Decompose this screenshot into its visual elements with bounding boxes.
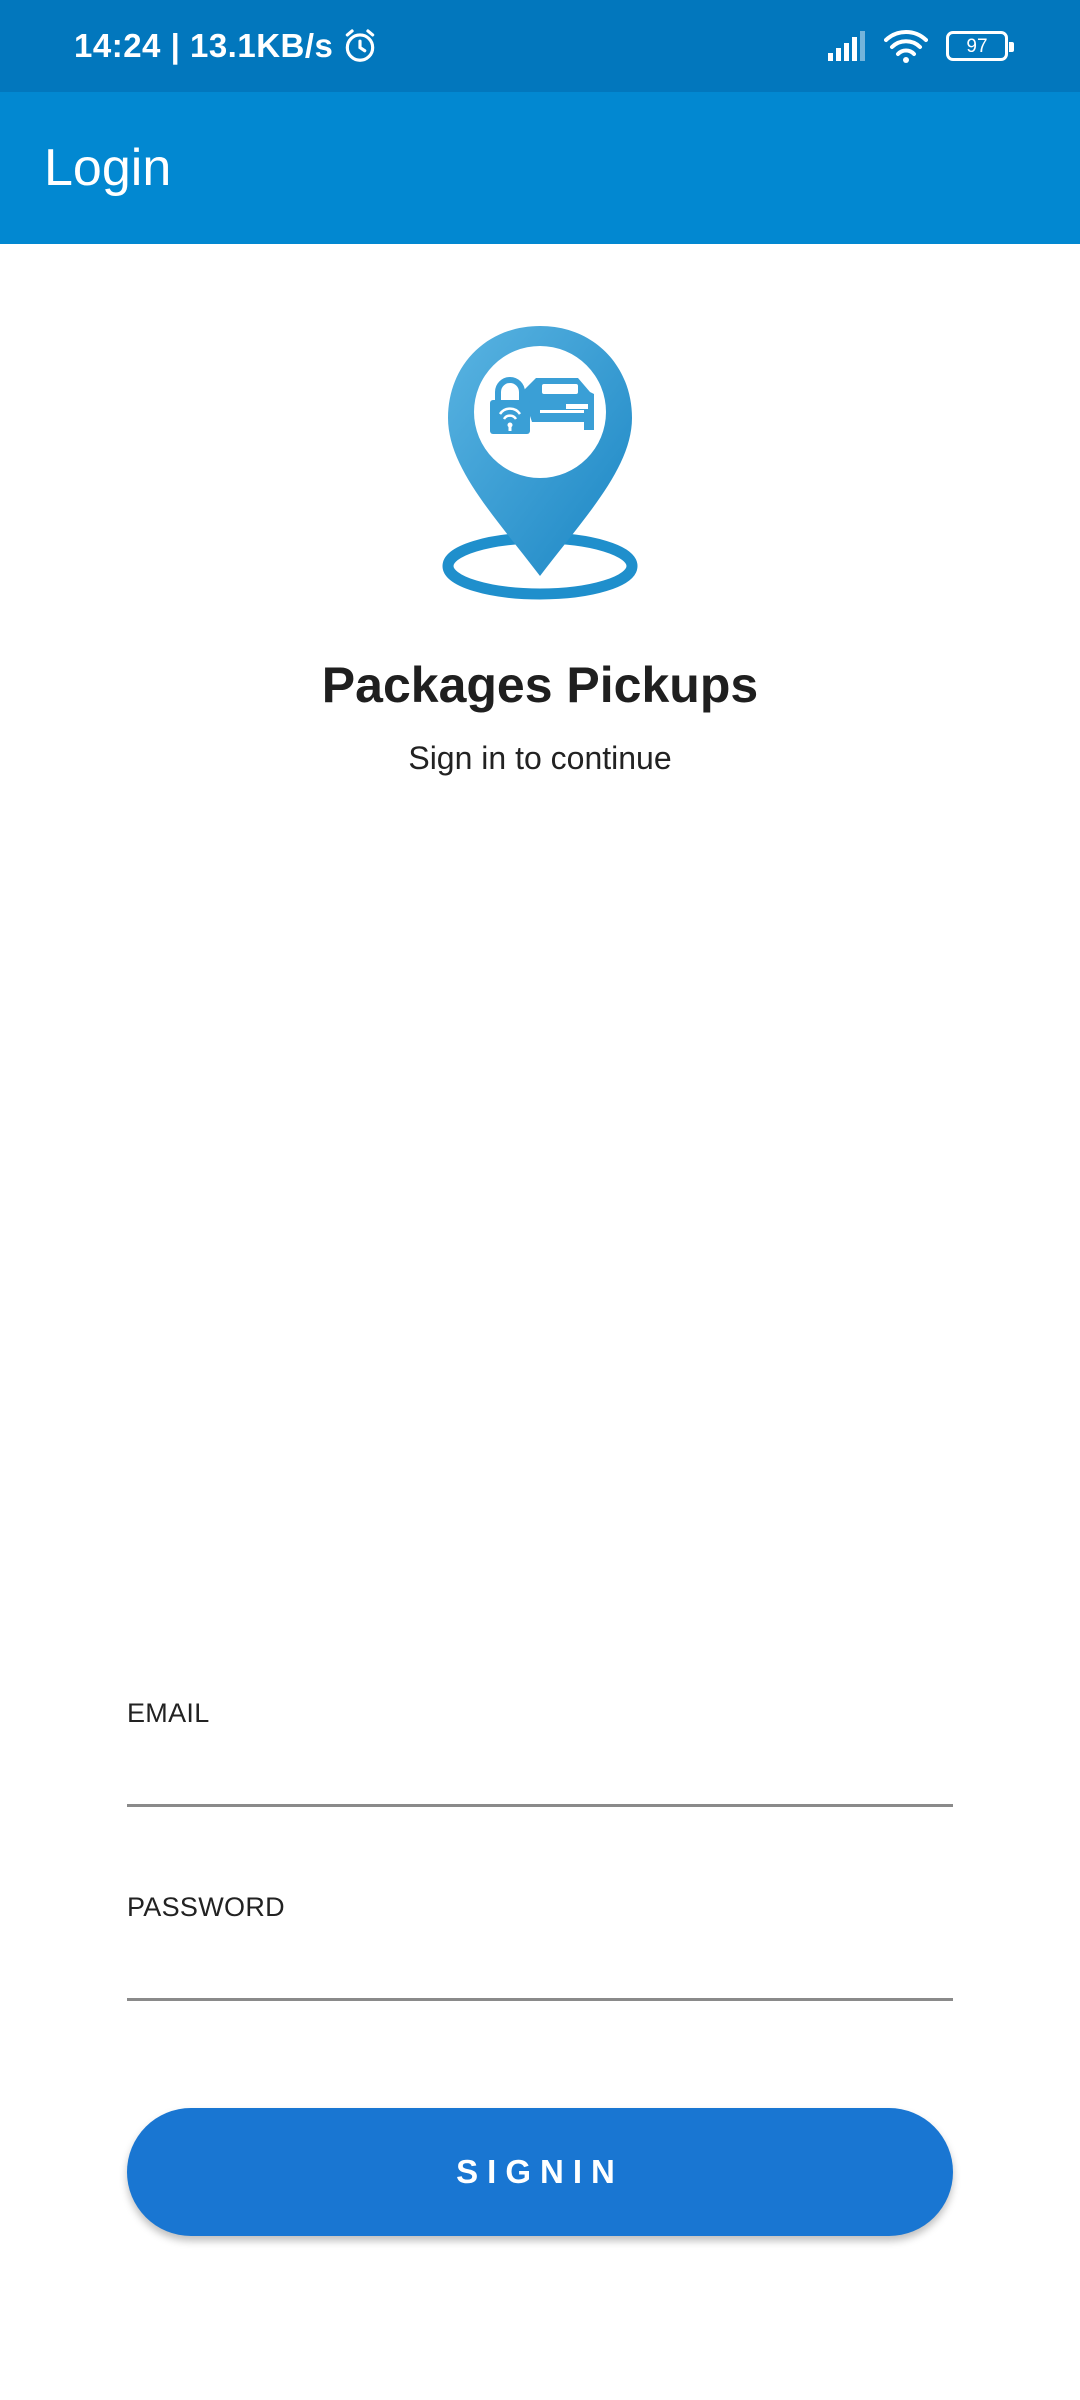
email-input[interactable] bbox=[127, 1743, 953, 1807]
signal-icon bbox=[828, 31, 865, 61]
app-bar-title: Login bbox=[44, 139, 172, 197]
email-field-group: EMAIL bbox=[127, 1698, 953, 1807]
app-name: Packages Pickups bbox=[321, 657, 759, 713]
email-label: EMAIL bbox=[127, 1698, 210, 1728]
status-time-speed: 14:24 | 13.1KB/s bbox=[74, 27, 334, 64]
battery-level: 97 bbox=[966, 35, 988, 57]
battery-icon: 97 bbox=[946, 31, 1014, 61]
status-right: 97 bbox=[826, 0, 1014, 92]
wifi-icon bbox=[884, 30, 928, 63]
password-input[interactable] bbox=[127, 1937, 953, 2001]
app-bar: Login bbox=[0, 92, 1080, 244]
status-left: 14:24 | 13.1KB/s bbox=[74, 0, 379, 92]
status-bar: 14:24 | 13.1KB/s 97 bbox=[0, 0, 1080, 92]
signin-button[interactable]: SIGNIN bbox=[127, 2108, 953, 2236]
location-pin-car-lock-icon bbox=[442, 326, 638, 600]
alarm-icon bbox=[346, 29, 375, 62]
login-screen: 14:24 | 13.1KB/s 97 Login Packages Picku… bbox=[0, 0, 1080, 2400]
password-label: PASSWORD bbox=[127, 1892, 285, 1922]
app-subtitle: Sign in to continue bbox=[408, 740, 672, 776]
password-field-group: PASSWORD bbox=[127, 1892, 953, 2001]
